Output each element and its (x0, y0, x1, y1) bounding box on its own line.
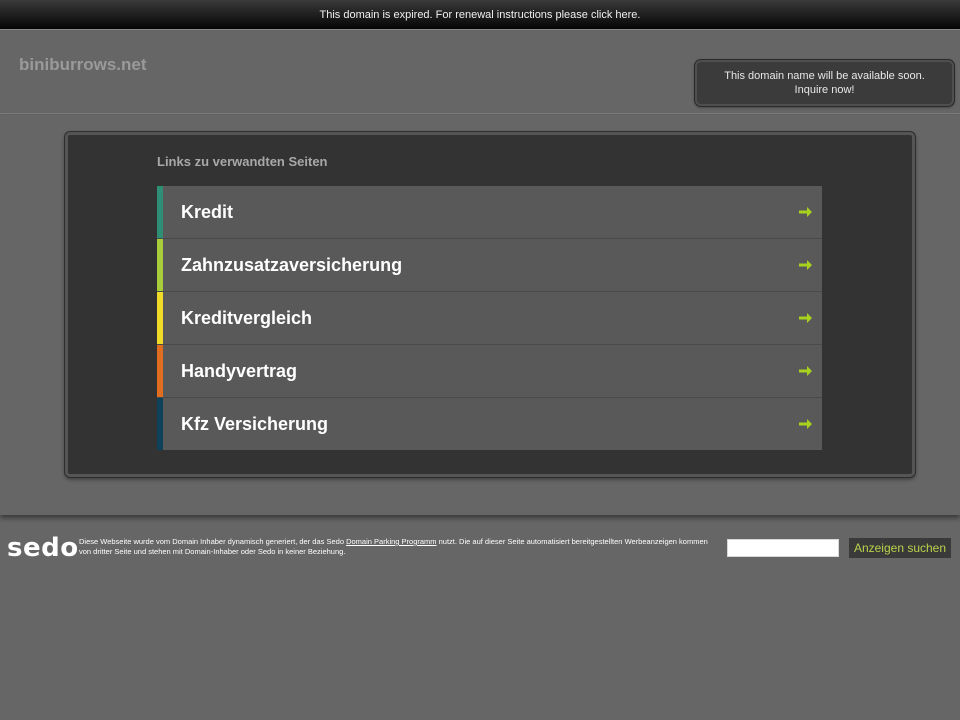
sedo-logo[interactable]: sedo (7, 533, 79, 563)
link-label[interactable]: Kfz Versicherung (181, 398, 328, 450)
content-area: Links zu verwandten Seiten Kredit Zahnzu… (0, 115, 960, 515)
link-color-stripe (157, 398, 163, 450)
link-label[interactable]: Zahnzusatzaversicherung (181, 239, 402, 291)
link-color-stripe (157, 239, 163, 291)
header: biniburrows.net This domain name will be… (0, 31, 960, 114)
link-label[interactable]: Kredit (181, 186, 233, 238)
disclaimer-text-part-1: Diese Webseite wurde vom Domain Inhaber … (79, 537, 347, 546)
arrow-right-icon[interactable] (798, 417, 813, 431)
arrow-right-icon[interactable] (798, 205, 813, 219)
link-color-stripe (157, 292, 163, 344)
arrow-right-icon[interactable] (798, 311, 813, 325)
expired-notice-text[interactable]: This domain is expired. For renewal inst… (320, 9, 641, 21)
links-panel: Links zu verwandten Seiten Kredit Zahnzu… (65, 132, 915, 477)
link-color-stripe (157, 345, 163, 397)
link-item-kredit[interactable]: Kredit (157, 186, 822, 239)
arrow-right-icon[interactable] (798, 258, 813, 272)
link-item-kreditvergleich[interactable]: Kreditvergleich (157, 292, 822, 345)
link-color-stripe (157, 186, 163, 238)
expired-notice-bar[interactable]: This domain is expired. For renewal inst… (0, 0, 960, 30)
domain-name: biniburrows.net (19, 55, 147, 74)
inquire-button[interactable]: This domain name will be available soon.… (695, 60, 954, 106)
ad-search-input[interactable] (727, 539, 839, 557)
domain-parking-link[interactable]: Domain Parking Programm (346, 537, 436, 546)
inquire-line-1: This domain name will be available soon. (724, 70, 925, 82)
link-item-handyvertrag[interactable]: Handyvertrag (157, 345, 822, 398)
arrow-right-icon[interactable] (798, 364, 813, 378)
link-item-zahnzusatzaversicherung[interactable]: Zahnzusatzaversicherung (157, 239, 822, 292)
related-links-list: Kredit Zahnzusatzaversicherung Kreditver… (157, 186, 822, 450)
link-label[interactable]: Kreditvergleich (181, 292, 312, 344)
footer-disclaimer: Diese Webseite wurde vom Domain Inhaber … (79, 537, 719, 557)
link-item-kfz-versicherung[interactable]: Kfz Versicherung (157, 398, 822, 450)
ad-search-button[interactable]: Anzeigen suchen (849, 538, 951, 558)
footer: sedo Diese Webseite wurde vom Domain Inh… (0, 530, 960, 570)
inquire-line-2: Inquire now! (794, 84, 855, 96)
link-label[interactable]: Handyvertrag (181, 345, 297, 397)
links-heading: Links zu verwandten Seiten (157, 154, 328, 169)
